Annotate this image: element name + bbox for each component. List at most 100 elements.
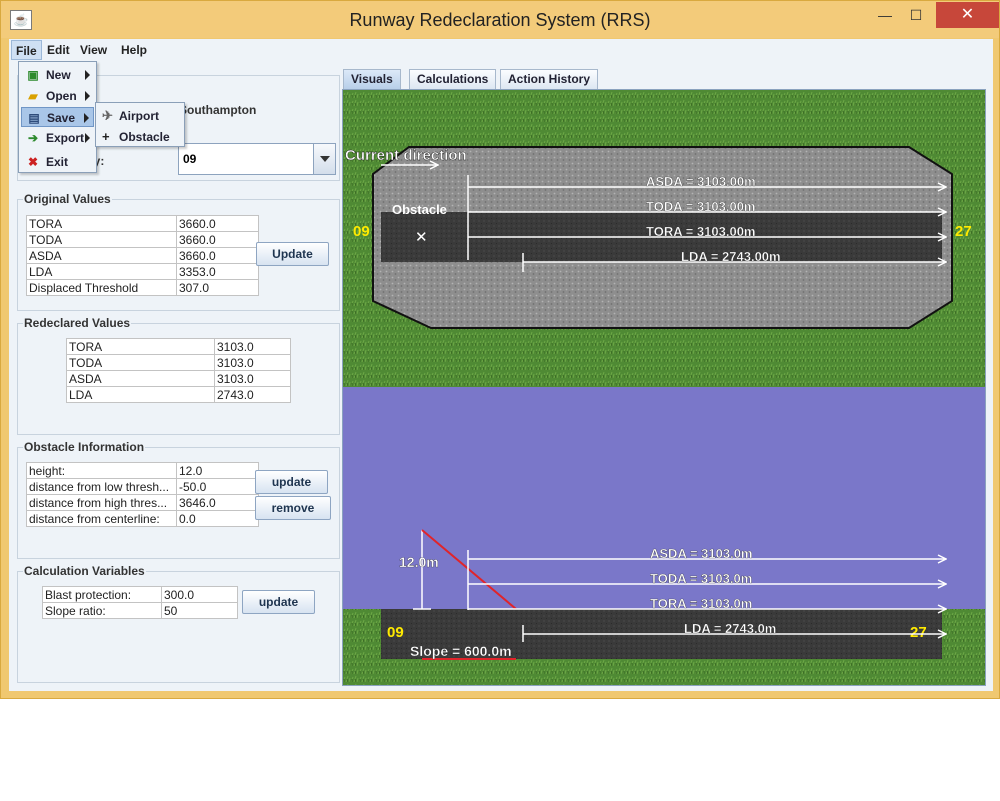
file-menu-save[interactable]: ▤ Save [21, 107, 94, 127]
runway-select[interactable]: 09 [178, 143, 336, 175]
menu-help[interactable]: Help [117, 40, 151, 60]
side-asda-label: ASDA = 3103.0m [650, 546, 753, 561]
airplane-icon: ✈ [102, 108, 113, 123]
table-row: distance from low thresh... -50.0 [26, 478, 259, 495]
remove-obstacle-button[interactable]: remove [255, 496, 331, 520]
table-cell: Slope ratio: [42, 602, 162, 619]
chevron-down-icon[interactable] [313, 144, 335, 174]
table-cell: LDA [26, 263, 177, 280]
visuals-panel: 09 27 Current direction Obstacle ✕ ASDA … [342, 89, 986, 686]
side-designator-right: 27 [910, 624, 927, 641]
table-cell[interactable]: 3660.0 [176, 215, 259, 232]
runway-select-value: 09 [183, 152, 197, 166]
table-row: height: 12.0 [26, 462, 259, 479]
export-icon: ➔ [27, 131, 39, 145]
table-cell: height: [26, 462, 177, 479]
panel-title: Obstacle Information [23, 440, 146, 454]
lda-label: LDA = 2743.00m [681, 249, 781, 264]
side-toda-label: TODA = 3103.0m [650, 571, 752, 586]
title-bar[interactable]: ☕ Runway Redeclaration System (RRS) — ☐ … [1, 1, 999, 38]
menu-item-label: Save [47, 111, 76, 125]
toda-label: TODA = 3103.00m [646, 199, 755, 214]
menu-item-label: New [46, 68, 71, 82]
table-cell: TORA [66, 338, 215, 355]
original-values-table: TORA 3660.0 TODA 3660.0 ASDA 3660.0 LDA 3353… [26, 215, 259, 296]
menu-item-label: Open [46, 89, 77, 103]
file-menu-exit[interactable]: ✖ Exit [21, 152, 94, 172]
calc-variables-panel: Calculation Variables Blast protection: 3… [17, 564, 340, 683]
table-row: ASDA 3660.0 [26, 247, 259, 264]
new-file-icon: ▣ [27, 68, 39, 82]
exit-icon: ✖ [27, 155, 39, 169]
table-cell[interactable]: 3353.0 [176, 263, 259, 280]
window-title: Runway Redeclaration System (RRS) [349, 10, 651, 30]
save-obstacle-item[interactable]: + Obstacle [98, 127, 182, 147]
table-row: distance from centerline: 0.0 [26, 510, 259, 527]
menu-file[interactable]: File [11, 40, 42, 60]
table-cell: Displaced Threshold [26, 279, 177, 296]
menu-edit[interactable]: Edit [43, 40, 74, 60]
table-cell: Blast protection: [42, 586, 162, 603]
height-label: 12.0m [399, 554, 439, 570]
menu-view[interactable]: View [76, 40, 111, 60]
plus-icon: + [102, 129, 110, 144]
menu-item-label: Obstacle [119, 130, 170, 144]
table-cell[interactable]: 300.0 [161, 586, 238, 603]
panel-title: Calculation Variables [23, 564, 146, 578]
obstacle-label: Obstacle [392, 202, 447, 217]
table-cell: ASDA [26, 247, 177, 264]
file-menu-open[interactable]: ▰ Open [21, 86, 94, 106]
redeclared-values-panel: Redeclared Values TORA 3103.0 TODA 3103.0 … [17, 316, 340, 435]
table-cell[interactable]: 3660.0 [176, 231, 259, 248]
folder-open-icon: ▰ [28, 89, 38, 103]
obstacle-info-panel: Obstacle Information height: 12.0 distanc… [17, 440, 340, 559]
table-cell: 3103.0 [214, 354, 291, 371]
table-row: Slope ratio: 50 [42, 602, 238, 619]
submenu-arrow-icon [85, 91, 90, 101]
tab-action-history[interactable]: Action History [500, 69, 599, 89]
side-tora-label: TORA = 3103.0m [650, 596, 752, 611]
airport-name: Southampton [179, 103, 257, 117]
slope-label: Slope = 600.0m [410, 643, 512, 659]
menu-item-label: Export [46, 131, 85, 145]
table-row: TODA 3660.0 [26, 231, 259, 248]
table-cell[interactable]: 0.0 [176, 510, 259, 527]
calc-variables-table: Blast protection: 300.0 Slope ratio: 50 [42, 586, 238, 619]
current-direction-label: Current direction [345, 147, 467, 164]
update-original-button[interactable]: Update [256, 242, 329, 266]
close-button[interactable]: ✕ [936, 2, 999, 28]
table-cell[interactable]: 3646.0 [176, 494, 259, 511]
update-calc-button[interactable]: update [242, 590, 315, 614]
table-cell[interactable]: 12.0 [176, 462, 259, 479]
table-cell: TODA [26, 231, 177, 248]
application-window: ☕ Runway Redeclaration System (RRS) — ☐ … [0, 0, 1000, 699]
runway-visualisation: 09 27 Current direction Obstacle ✕ ASDA … [343, 90, 985, 685]
table-cell: distance from low thresh... [26, 478, 177, 495]
table-cell: 3103.0 [214, 370, 291, 387]
tab-calculations[interactable]: Calculations [409, 69, 497, 89]
table-cell: TORA [26, 215, 177, 232]
update-obstacle-button[interactable]: update [255, 470, 328, 494]
tab-visuals[interactable]: Visuals [343, 69, 401, 89]
menu-bar: File Edit View Help [9, 39, 993, 61]
asda-label: ASDA = 3103.00m [646, 174, 756, 189]
table-cell[interactable]: -50.0 [176, 478, 259, 495]
file-menu-new[interactable]: ▣ New [21, 65, 94, 85]
minimize-button[interactable]: — [870, 2, 900, 28]
original-values-panel: Original Values TORA 3660.0 TODA 3660.0 AS… [17, 192, 340, 311]
maximize-button[interactable]: ☐ [901, 2, 931, 28]
file-menu-export[interactable]: ➔ Export [21, 128, 94, 148]
client-area: File Edit View Help Southampton ay: 09 O… [9, 39, 993, 691]
save-airport-item[interactable]: ✈ Airport [98, 106, 182, 126]
table-row: TORA 3103.0 [66, 338, 291, 355]
table-cell[interactable]: 3660.0 [176, 247, 259, 264]
table-row: Blast protection: 300.0 [42, 586, 238, 603]
table-cell[interactable]: 307.0 [176, 279, 259, 296]
panel-title: Redeclared Values [23, 316, 132, 330]
submenu-arrow-icon [85, 70, 90, 80]
table-cell: 2743.0 [214, 386, 291, 403]
menu-item-label: Exit [46, 155, 69, 169]
table-row: LDA 2743.0 [66, 386, 291, 403]
designator-right: 27 [955, 223, 972, 240]
table-cell[interactable]: 50 [161, 602, 238, 619]
